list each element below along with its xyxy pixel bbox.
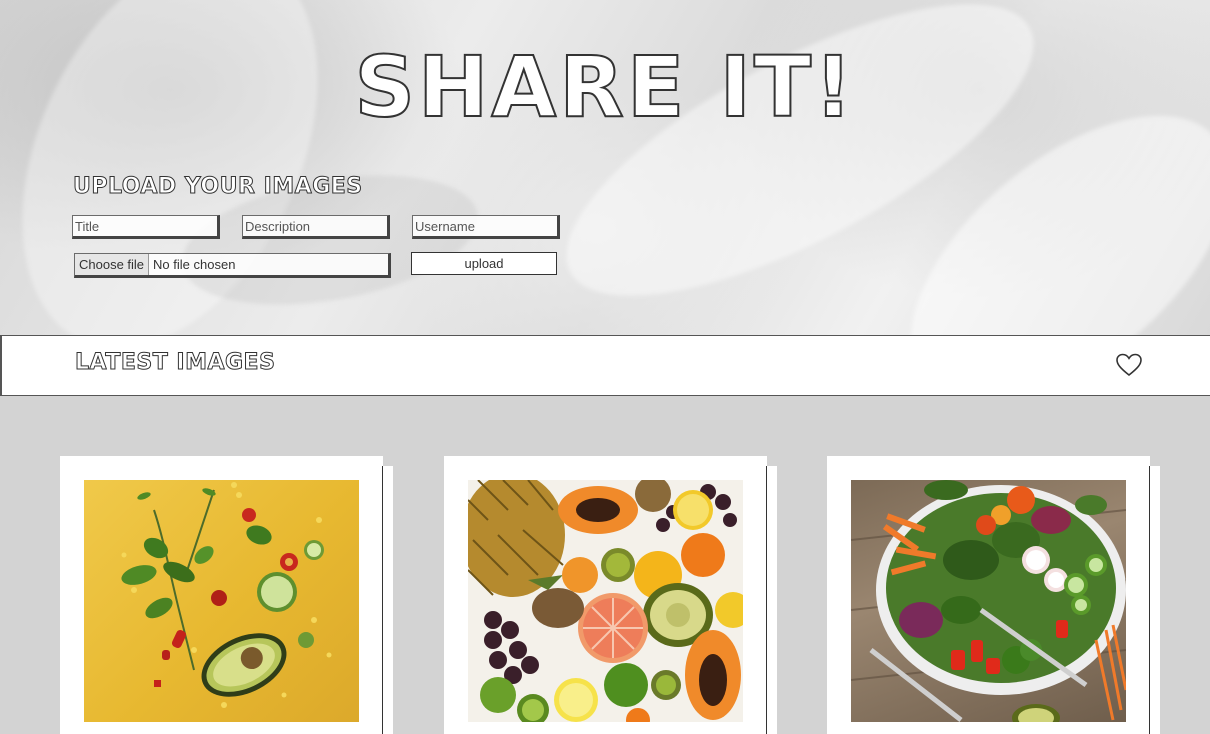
heart-icon[interactable] bbox=[1116, 353, 1142, 377]
description-input[interactable] bbox=[242, 215, 390, 239]
fruit-illustration bbox=[468, 480, 743, 722]
title-input[interactable] bbox=[72, 215, 220, 239]
latest-images-bar: LATEST IMAGES bbox=[0, 335, 1210, 396]
site-title: SHARE IT! bbox=[354, 37, 856, 137]
upload-button[interactable]: upload bbox=[411, 252, 557, 275]
choose-file-button[interactable]: Choose file bbox=[75, 254, 150, 275]
image-card bbox=[444, 456, 777, 734]
hero-header: SHARE IT! UPLOAD YOUR IMAGES Choose file… bbox=[0, 0, 1210, 335]
file-status-text: No file chosen bbox=[153, 257, 236, 272]
salad-illustration bbox=[851, 480, 1126, 722]
file-picker[interactable]: Choose file No file chosen bbox=[74, 253, 391, 278]
image-card bbox=[827, 456, 1160, 734]
username-input[interactable] bbox=[412, 215, 560, 239]
gallery-photo-salad[interactable] bbox=[851, 480, 1126, 722]
gallery-photo-avocado[interactable] bbox=[84, 480, 359, 722]
upload-heading: UPLOAD YOUR IMAGES bbox=[73, 174, 363, 200]
gallery-photo-fruit[interactable] bbox=[468, 480, 743, 722]
avocado-illustration bbox=[121, 482, 332, 708]
image-card bbox=[60, 456, 393, 734]
latest-images-heading: LATEST IMAGES bbox=[74, 350, 276, 376]
